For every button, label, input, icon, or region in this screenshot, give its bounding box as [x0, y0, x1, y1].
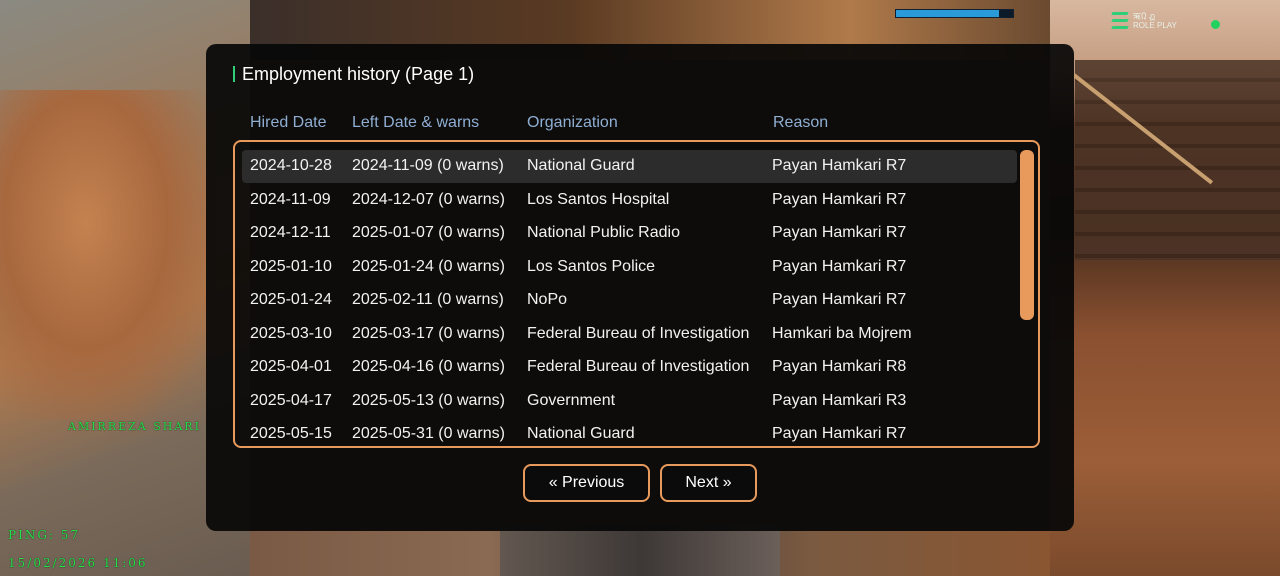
player-nametag: AMIRREZA SHARI: [68, 420, 201, 433]
server-logo: ऋ᠒ ฏ ROLE PLAY: [1108, 10, 1188, 32]
cell-hired-date: 2024-10-28: [250, 157, 332, 174]
cell-hired-date: 2024-12-11: [250, 224, 331, 241]
background-stairs: [1075, 60, 1280, 260]
cell-reason: Hamkari ba Mojrem: [772, 324, 912, 342]
previous-page-button[interactable]: « Previous: [523, 464, 650, 502]
list-row[interactable]: 2024-11-09 2024-12-07 (0 warns) Los Sant…: [242, 184, 1017, 217]
server-logo-subtitle: ROLE PLAY: [1133, 21, 1177, 30]
cell-reason: Payan Hamkari R8: [772, 358, 907, 375]
date-time-readout: 15/02/2026 11:06: [8, 556, 148, 570]
title-accent-bar: [233, 66, 235, 82]
cell-organization: Los Santos Police: [527, 257, 656, 275]
cell-left-date: 2025-04-16 (0 warns): [352, 358, 505, 375]
column-header-reason: Reason: [773, 114, 829, 131]
cell-left-date: 2025-03-17 (0 warns): [352, 324, 505, 342]
cell-reason: Payan Hamkari R7: [772, 291, 907, 308]
cell-hired-date: 2024-11-09: [250, 190, 331, 208]
cell-reason: Payan Hamkari R7: [772, 157, 907, 174]
cell-reason: Payan Hamkari R7: [772, 224, 907, 241]
cell-left-date: 2025-05-13 (0 warns): [352, 391, 505, 409]
dialog-title: Employment history (Page 1): [233, 64, 474, 85]
cell-organization: National Guard: [527, 425, 635, 442]
health-bar-fill: [896, 10, 999, 17]
cell-left-date: 2024-12-07 (0 warns): [352, 190, 505, 208]
connection-status-dot: [1211, 20, 1220, 29]
list-row[interactable]: 2025-01-24 2025-02-11 (0 warns) NoPo Pay…: [242, 284, 1017, 317]
background-blur-left: [0, 90, 215, 420]
cell-hired-date: 2025-03-10: [250, 324, 332, 342]
column-header-organization: Organization: [527, 114, 618, 131]
cell-reason: Payan Hamkari R3: [772, 391, 907, 409]
cell-left-date: 2025-01-24 (0 warns): [352, 257, 505, 275]
cell-hired-date: 2025-05-15: [250, 425, 332, 442]
cell-organization: Federal Bureau of Investigation: [527, 358, 750, 375]
list-row[interactable]: 2024-10-28 2024-11-09 (0 warns) National…: [242, 150, 1017, 183]
cell-organization: Federal Bureau of Investigation: [527, 324, 750, 342]
next-page-button[interactable]: Next »: [660, 464, 757, 502]
dialog-title-text: Employment history (Page 1): [242, 64, 475, 84]
cell-left-date: 2025-02-11 (0 warns): [352, 291, 504, 308]
cell-organization: National Guard: [527, 157, 635, 174]
cell-hired-date: 2025-01-24: [250, 291, 332, 308]
cell-hired-date: 2025-01-10: [250, 257, 332, 275]
column-header-hired-date: Hired Date: [250, 114, 327, 131]
server-logo-icon: [1108, 10, 1130, 32]
list-row[interactable]: 2025-04-01 2025-04-16 (0 warns) Federal …: [242, 351, 1017, 384]
column-header-left-date: Left Date & warns: [352, 114, 480, 131]
ping-readout: PING: 57: [8, 528, 81, 542]
server-logo-text: ऋ᠒ ฏ: [1133, 11, 1156, 21]
list-row[interactable]: 2025-03-10 2025-03-17 (0 warns) Federal …: [242, 318, 1017, 351]
cell-organization: NoPo: [527, 291, 568, 308]
cell-reason: Payan Hamkari R7: [772, 425, 907, 442]
cell-left-date: 2025-05-31 (0 warns): [352, 425, 505, 442]
history-list[interactable]: 2024-10-28 2024-11-09 (0 warns) National…: [233, 140, 1040, 448]
list-row[interactable]: 2025-01-10 2025-01-24 (0 warns) Los Sant…: [242, 251, 1017, 284]
list-row[interactable]: 2025-05-15 2025-05-31 (0 warns) National…: [242, 418, 1017, 446]
cell-reason: Payan Hamkari R7: [772, 257, 907, 275]
player-character: [500, 525, 780, 576]
cell-organization: National Public Radio: [527, 224, 680, 241]
column-headers: Hired Date Left Date & warns Organizatio…: [206, 114, 1074, 134]
list-scrollbar[interactable]: [1020, 150, 1034, 320]
cell-hired-date: 2025-04-01: [250, 358, 332, 375]
cell-reason: Payan Hamkari R7: [772, 190, 907, 208]
employment-history-dialog: Employment history (Page 1) Hired Date L…: [206, 44, 1074, 531]
health-bar: [895, 9, 1014, 18]
list-row[interactable]: 2024-12-11 2025-01-07 (0 warns) National…: [242, 217, 1017, 250]
cell-left-date: 2024-11-09 (0 warns): [352, 157, 504, 174]
list-row[interactable]: 2025-04-17 2025-05-13 (0 warns) Governme…: [242, 385, 1017, 418]
cell-left-date: 2025-01-07 (0 warns): [352, 224, 505, 241]
cell-organization: Government: [527, 391, 616, 409]
cell-hired-date: 2025-04-17: [250, 391, 332, 409]
cell-organization: Los Santos Hospital: [527, 190, 670, 208]
